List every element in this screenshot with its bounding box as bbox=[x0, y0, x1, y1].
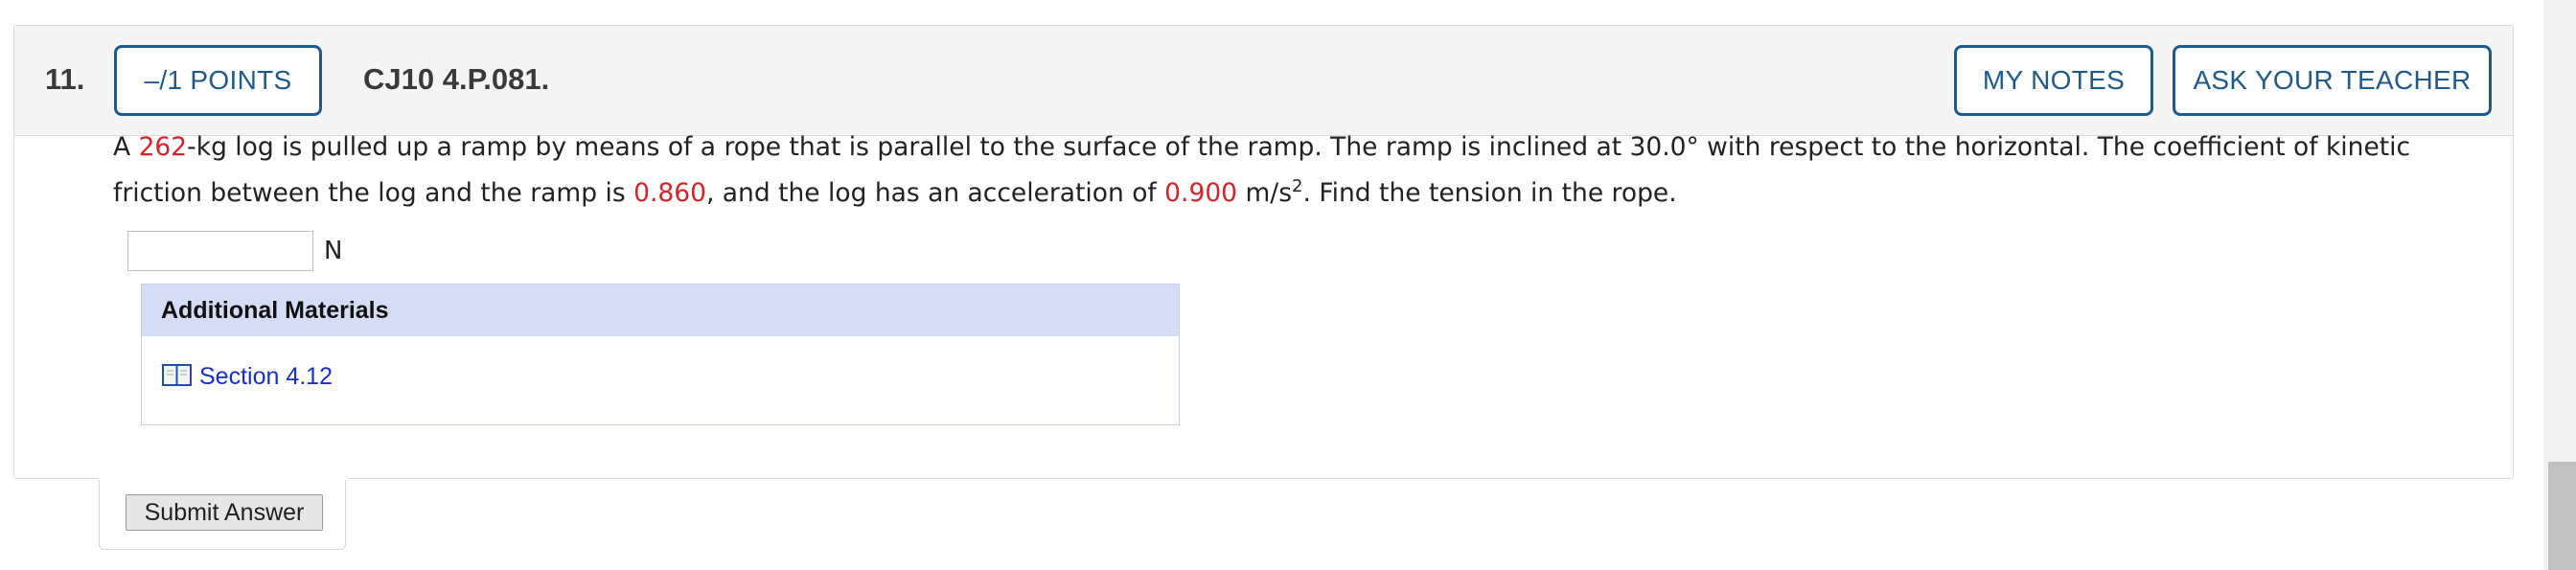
section-link-row[interactable]: Section 4.12 bbox=[161, 363, 333, 391]
unit-exponent: 2 bbox=[1292, 176, 1303, 197]
question-title: CJ10 4.P.081. bbox=[363, 62, 550, 96]
ask-teacher-button[interactable]: ASK YOUR TEACHER bbox=[2173, 45, 2492, 116]
answer-row: N bbox=[127, 231, 342, 271]
acceleration-value: 0.900 bbox=[1164, 178, 1238, 208]
additional-materials-heading: Additional Materials bbox=[142, 285, 1179, 336]
question-text-part: , and the log has an acceleration of bbox=[705, 178, 1165, 208]
friction-coefficient-value: 0.860 bbox=[633, 178, 706, 208]
question-header: 11. –/1 POINTS CJ10 4.P.081. MY NOTES AS… bbox=[14, 26, 2513, 136]
answer-input[interactable] bbox=[127, 231, 313, 271]
submit-answer-button[interactable]: Submit Answer bbox=[126, 494, 323, 531]
scrollbar-thumb[interactable] bbox=[2548, 462, 2576, 570]
question-text: A 262-kg log is pulled up a ramp by mean… bbox=[113, 125, 2480, 217]
question-text-part: A bbox=[113, 132, 139, 162]
answer-unit: N bbox=[324, 237, 343, 265]
additional-materials-panel: Additional Materials Section 4.12 bbox=[141, 284, 1180, 425]
question-text-part: . Find the tension in the rope. bbox=[1302, 178, 1677, 208]
book-icon bbox=[161, 361, 193, 388]
section-link[interactable]: Section 4.12 bbox=[199, 363, 333, 391]
question-number: 11. bbox=[45, 62, 85, 96]
submit-tab: Submit Answer bbox=[99, 476, 348, 550]
mass-value: 262 bbox=[138, 132, 188, 162]
points-badge[interactable]: –/1 POINTS bbox=[114, 45, 322, 116]
my-notes-button[interactable]: MY NOTES bbox=[1954, 45, 2153, 116]
acceleration-unit: m/s bbox=[1237, 178, 1293, 208]
